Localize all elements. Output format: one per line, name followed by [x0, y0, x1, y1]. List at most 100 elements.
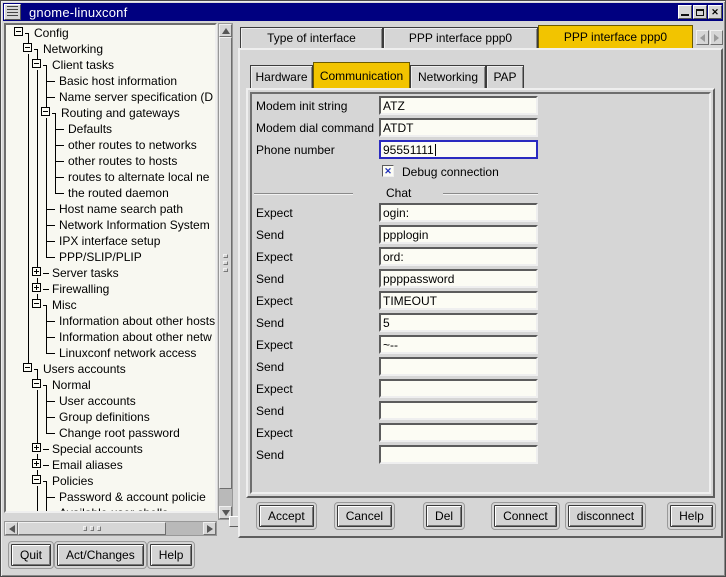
- tree-item-label[interactable]: Defaults: [68, 122, 112, 136]
- tree-item-change-root-password[interactable]: Change root password: [6, 425, 217, 441]
- tree-item-label[interactable]: Special accounts: [52, 442, 143, 456]
- tree-item-policies[interactable]: Policies: [6, 473, 217, 489]
- tree-item-host-name-search-path[interactable]: Host name search path: [6, 201, 217, 217]
- tree-item-label[interactable]: Basic host information: [59, 74, 177, 88]
- tree-item-ppp-slip-plip[interactable]: PPP/SLIP/PLIP: [6, 249, 217, 265]
- tree-item-label[interactable]: Password & account policie: [59, 490, 206, 504]
- tree-item-label[interactable]: Config: [34, 26, 69, 40]
- tree-item-special-accounts[interactable]: Special accounts: [6, 441, 217, 457]
- tree-item-basic-host-information[interactable]: Basic host information: [6, 73, 217, 89]
- tree-item-label[interactable]: Change root password: [59, 426, 180, 440]
- tree-item-config[interactable]: Config: [6, 25, 217, 41]
- tree-item-label[interactable]: Name server specification (D: [59, 90, 213, 104]
- maximize-button[interactable]: [693, 5, 707, 19]
- text-entry-modem-init-string[interactable]: ATZ: [379, 96, 538, 115]
- tree-item-label[interactable]: the routed daemon: [68, 186, 169, 200]
- text-entry-expect[interactable]: [379, 379, 538, 398]
- tree-item-label[interactable]: Linuxconf network access: [59, 346, 196, 360]
- tree-item-label[interactable]: Misc: [52, 298, 77, 312]
- expand-icon[interactable]: [32, 459, 41, 468]
- tree-item-label[interactable]: Server tasks: [52, 266, 119, 280]
- tree-item-label[interactable]: Users accounts: [43, 362, 126, 376]
- tree-item-network-information-system[interactable]: Network Information System: [6, 217, 217, 233]
- tree-item-information-about-other-hosts[interactable]: Information about other hosts: [6, 313, 217, 329]
- tree-item-the-routed-daemon[interactable]: the routed daemon: [6, 185, 217, 201]
- tree-item-label[interactable]: Group definitions: [59, 410, 150, 424]
- collapse-icon[interactable]: [41, 107, 50, 116]
- tree-item-routes-to-alternate-local-ne[interactable]: routes to alternate local ne: [6, 169, 217, 185]
- tree-item-label[interactable]: Policies: [52, 474, 93, 488]
- text-entry-send[interactable]: 5: [379, 313, 538, 332]
- tree-item-firewalling[interactable]: Firewalling: [6, 281, 217, 297]
- tab-pap[interactable]: PAP: [486, 65, 524, 88]
- tree-item-label[interactable]: Email aliases: [52, 458, 123, 472]
- tree-item-networking[interactable]: Networking: [6, 41, 217, 57]
- collapse-icon[interactable]: [32, 59, 41, 68]
- collapse-icon[interactable]: [14, 27, 23, 36]
- tree-item-label[interactable]: Networking: [43, 42, 103, 56]
- text-entry-send[interactable]: ppplogin: [379, 225, 538, 244]
- act-changes-button[interactable]: Act/Changes: [57, 544, 144, 566]
- help-button[interactable]: Help: [150, 544, 193, 566]
- scroll-left-button[interactable]: [5, 522, 18, 535]
- tree-item-label[interactable]: Client tasks: [52, 58, 114, 72]
- text-entry-expect[interactable]: ~--: [379, 335, 538, 354]
- tree-item-linuxconf-network-access[interactable]: Linuxconf network access: [6, 345, 217, 361]
- tree-item-label[interactable]: routes to alternate local ne: [68, 170, 209, 184]
- tree-item-other-routes-to-networks[interactable]: other routes to networks: [6, 137, 217, 153]
- tab-communication[interactable]: Communication: [313, 62, 410, 88]
- expand-icon[interactable]: [32, 267, 41, 276]
- tree-item-misc[interactable]: Misc: [6, 297, 217, 313]
- tree-item-routing-and-gateways[interactable]: Routing and gateways: [6, 105, 217, 121]
- tree-horizontal-scrollbar[interactable]: [4, 521, 217, 536]
- help-button[interactable]: Help: [670, 505, 713, 527]
- minimize-button[interactable]: [678, 5, 692, 19]
- expand-icon[interactable]: [32, 283, 41, 292]
- close-button[interactable]: ✕: [708, 5, 722, 19]
- tab-scroll-right-button[interactable]: [710, 30, 723, 45]
- tree-item-label[interactable]: Available user shells: [59, 506, 168, 513]
- text-entry-send[interactable]: [379, 357, 538, 376]
- scroll-right-button[interactable]: [203, 522, 216, 535]
- text-entry-expect[interactable]: TIMEOUT: [379, 291, 538, 310]
- collapse-icon[interactable]: [23, 363, 32, 372]
- tree-vertical-scrollbar[interactable]: [218, 23, 233, 520]
- tree-item-information-about-other-netw[interactable]: Information about other netw: [6, 329, 217, 345]
- accept-button[interactable]: Accept: [259, 505, 314, 527]
- tree-item-label[interactable]: Normal: [52, 378, 91, 392]
- tree-item-server-tasks[interactable]: Server tasks: [6, 265, 217, 281]
- quit-button[interactable]: Quit: [11, 544, 51, 566]
- collapse-icon[interactable]: [32, 299, 41, 308]
- tree-item-users-accounts[interactable]: Users accounts: [6, 361, 217, 377]
- collapse-icon[interactable]: [32, 475, 41, 484]
- tree-item-label[interactable]: Network Information System: [59, 218, 210, 232]
- tab-networking[interactable]: Networking: [410, 65, 486, 88]
- del-button[interactable]: Del: [426, 505, 462, 527]
- window-menu-button[interactable]: [4, 4, 21, 20]
- tab-ppp-interface-ppp0[interactable]: PPP interface ppp0: [538, 25, 693, 48]
- collapse-icon[interactable]: [23, 43, 32, 52]
- horizontal-scroll-thumb[interactable]: [18, 522, 166, 535]
- tab-hardware[interactable]: Hardware: [250, 65, 313, 88]
- text-entry-send[interactable]: [379, 401, 538, 420]
- tree-item-user-accounts[interactable]: User accounts: [6, 393, 217, 409]
- text-entry-modem-dial-command[interactable]: ATDT: [379, 118, 538, 137]
- tree-item-label[interactable]: Information about other hosts: [59, 314, 215, 328]
- text-entry-send[interactable]: [379, 445, 538, 464]
- tree-item-available-user-shells[interactable]: Available user shells: [6, 505, 217, 513]
- tree-item-normal[interactable]: Normal: [6, 377, 217, 393]
- vertical-scroll-thumb[interactable]: [219, 37, 232, 489]
- tab-ppp-interface-ppp0[interactable]: PPP interface ppp0: [383, 27, 538, 48]
- tree-item-other-routes-to-hosts[interactable]: other routes to hosts: [6, 153, 217, 169]
- tree-item-label[interactable]: IPX interface setup: [59, 234, 160, 248]
- debug-connection-checkbox[interactable]: ✕: [382, 165, 394, 177]
- text-entry-expect[interactable]: ogin:: [379, 203, 538, 222]
- text-entry-send[interactable]: ppppassword: [379, 269, 538, 288]
- tree-item-label[interactable]: Firewalling: [52, 282, 109, 296]
- collapse-icon[interactable]: [32, 379, 41, 388]
- tree-item-group-definitions[interactable]: Group definitions: [6, 409, 217, 425]
- tab-type-of-interface[interactable]: Type of interface: [240, 27, 383, 48]
- tree-item-email-aliases[interactable]: Email aliases: [6, 457, 217, 473]
- expand-icon[interactable]: [32, 443, 41, 452]
- tree-item-label[interactable]: Host name search path: [59, 202, 183, 216]
